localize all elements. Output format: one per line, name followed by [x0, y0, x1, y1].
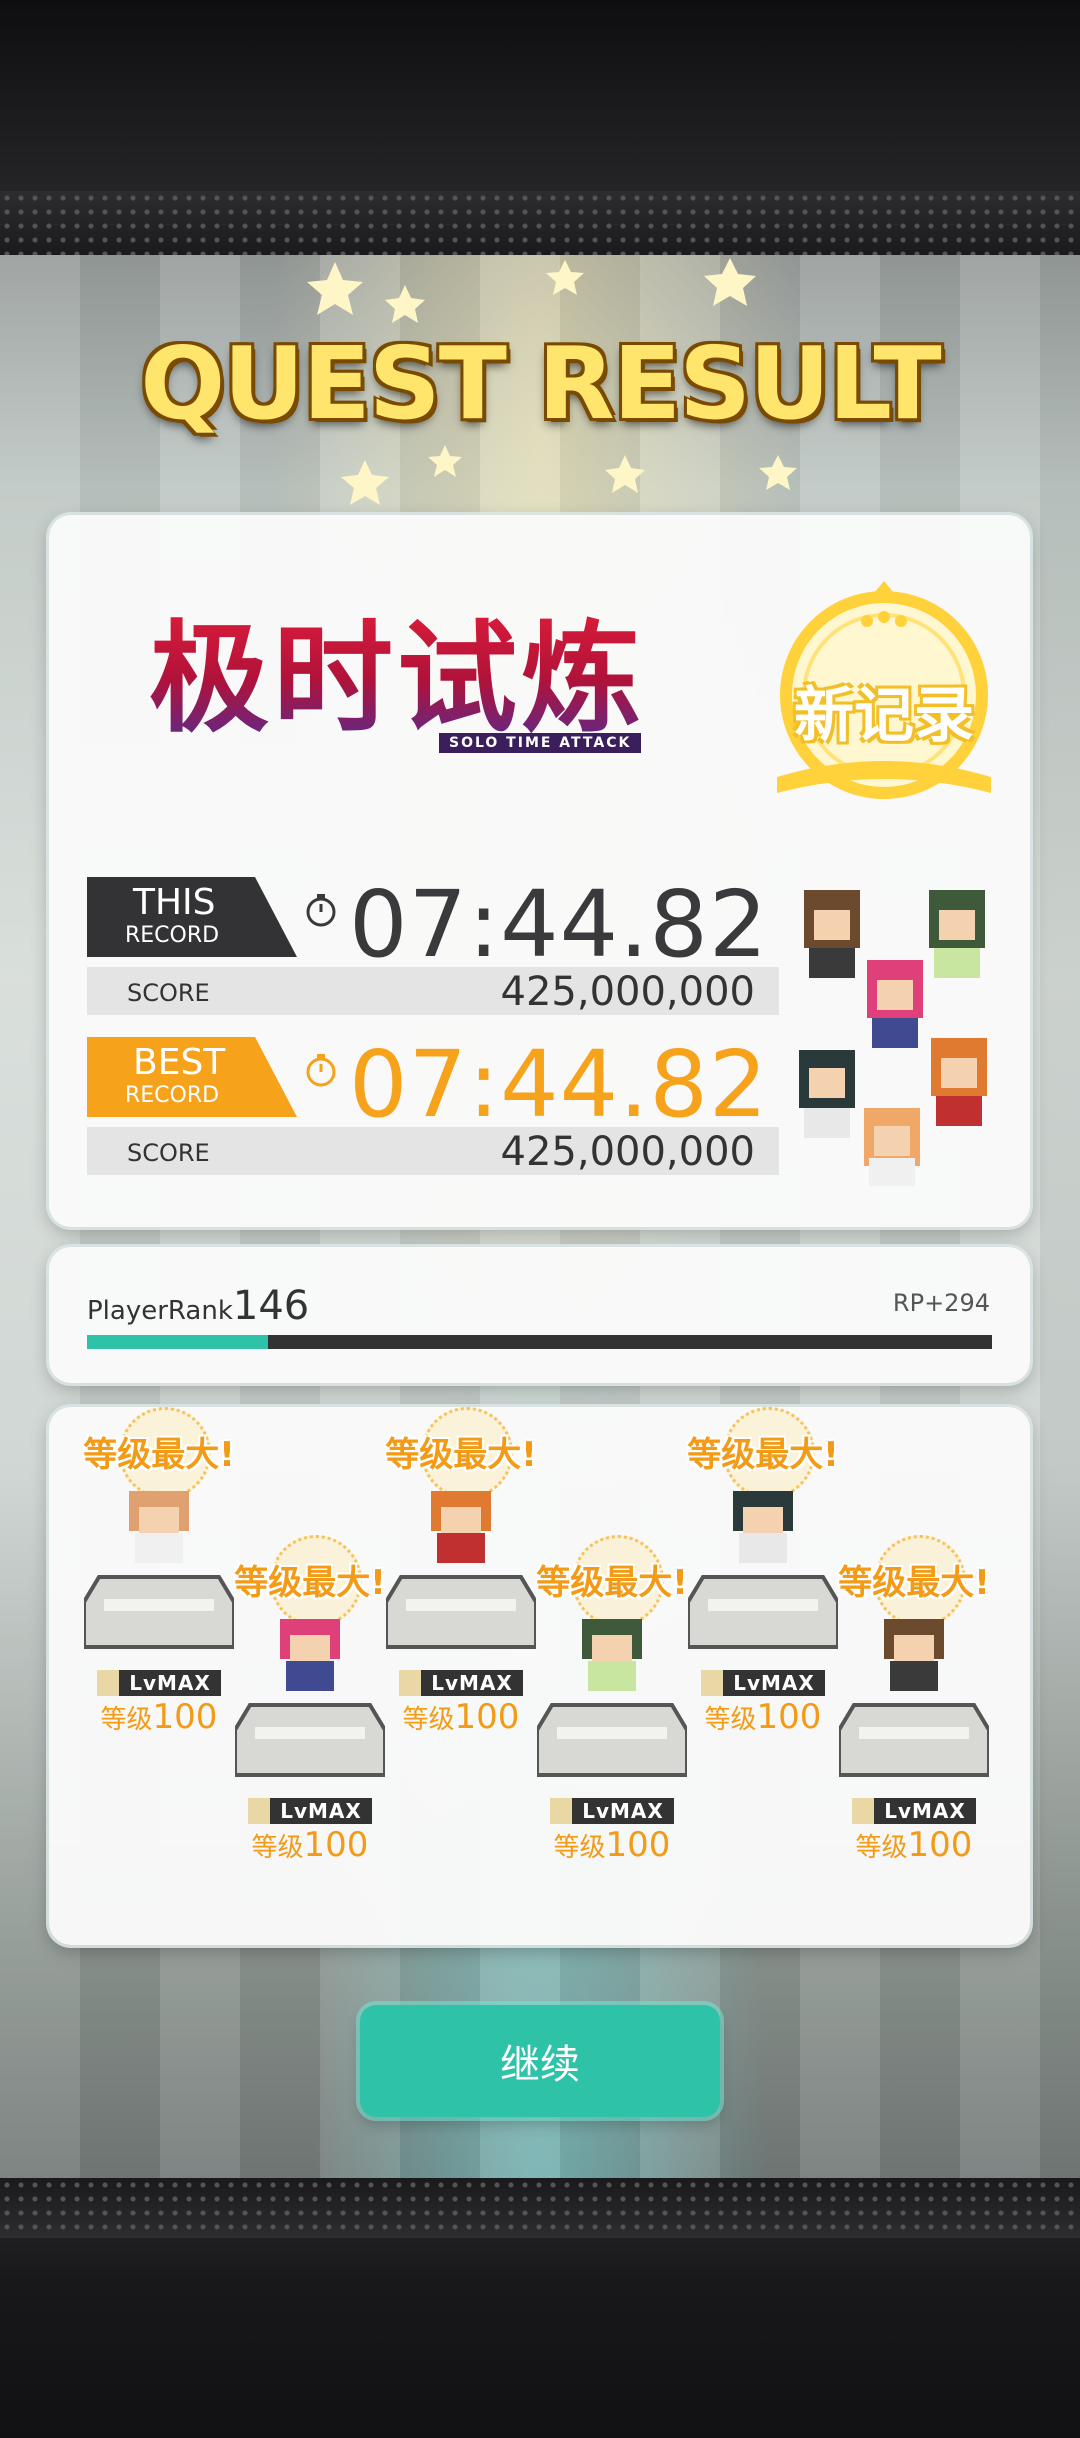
- new-record-label: 新记录: [794, 681, 974, 751]
- party-sprite: [804, 890, 860, 978]
- player-rank-label: PlayerRank146: [87, 1283, 309, 1329]
- character-sprite: [280, 1619, 340, 1691]
- rank-progress-bar: [87, 1335, 992, 1349]
- level-value: 100: [605, 1825, 671, 1865]
- character-sprite: [431, 1491, 491, 1563]
- level-value: 100: [756, 1697, 822, 1737]
- character-card: 等级最大! LvMAX 等级100: [683, 1407, 843, 1737]
- level-max-text: 等级最大!: [838, 1563, 990, 1603]
- mode-logo-main: 极时试炼: [149, 610, 645, 749]
- level-label: 等级: [100, 1705, 153, 1735]
- this-score-bar: SCORE 425,000,000: [87, 967, 779, 1015]
- character-level: 等级100: [844, 1825, 984, 1865]
- solo-time-attack-logo: 极时试炼 SOLO TIME ATTACK: [149, 615, 749, 755]
- rank-progress-fill: [87, 1335, 268, 1349]
- player-rank-text: PlayerRank: [87, 1296, 233, 1326]
- character-sprite: [884, 1619, 944, 1691]
- level-max-text: 等级最大!: [234, 1563, 386, 1603]
- lvmax-badge: LvMAX: [701, 1670, 825, 1696]
- party-sprites: [799, 890, 987, 1186]
- level-label: 等级: [402, 1705, 455, 1735]
- character-level: 等级100: [240, 1825, 380, 1865]
- party-sprite: [864, 1108, 920, 1186]
- level-max-text: 等级最大!: [687, 1435, 839, 1475]
- this-record-tag-bottom: RECORD: [125, 923, 220, 948]
- party-sprite: [931, 1038, 987, 1126]
- best-score-bar: SCORE 425,000,000: [87, 1127, 779, 1175]
- quest-result-title: QUEST RESULT: [140, 325, 942, 442]
- stopwatch-icon: [306, 894, 336, 927]
- stopwatch-icon: [306, 1054, 336, 1087]
- party-sprite: [799, 1050, 855, 1138]
- character-level: 等级100: [391, 1697, 531, 1737]
- character-sprite: [582, 1619, 642, 1691]
- best-record-tag-bottom: RECORD: [125, 1083, 220, 1108]
- level-label: 等级: [251, 1833, 304, 1863]
- level-label: 等级: [553, 1833, 606, 1863]
- this-score-label: SCORE: [127, 979, 210, 1007]
- best-score-label: SCORE: [127, 1139, 210, 1167]
- character-level: 等级100: [542, 1825, 682, 1865]
- level-value: 100: [454, 1697, 520, 1737]
- continue-button[interactable]: 继续: [360, 2005, 720, 2117]
- party-sprite: [929, 890, 985, 978]
- level-label: 等级: [855, 1833, 908, 1863]
- character-card: 等级最大! LvMAX 等级100: [532, 1535, 692, 1865]
- lvmax-badge: LvMAX: [97, 1670, 221, 1696]
- this-record-tag: THIS RECORD: [87, 877, 297, 957]
- level-value: 100: [303, 1825, 369, 1865]
- level-max-text: 等级最大!: [83, 1435, 235, 1475]
- sparkle-stars: [307, 258, 797, 505]
- level-max-text: 等级最大!: [536, 1563, 688, 1603]
- lvmax-badge: LvMAX: [248, 1798, 372, 1824]
- character-level-panel: 等级最大! LvMAX 等级100 等级最大! LvMAX 等级100 等级最大…: [49, 1407, 1030, 1945]
- this-record-tag-top: THIS: [133, 882, 216, 923]
- character-card: 等级最大! LvMAX 等级100: [834, 1535, 994, 1865]
- rp-gain: RP+294: [892, 1289, 990, 1317]
- best-score-value: 425,000,000: [500, 1129, 755, 1175]
- character-level: 等级100: [89, 1697, 229, 1737]
- character-card: 等级最大! LvMAX 等级100: [381, 1407, 541, 1737]
- level-value: 100: [907, 1825, 973, 1865]
- bottom-frame-strip: [0, 2178, 1080, 2238]
- level-label: 等级: [704, 1705, 757, 1735]
- player-rank-value: 146: [232, 1283, 310, 1329]
- this-score-value: 425,000,000: [500, 969, 755, 1015]
- level-max-text: 等级最大!: [385, 1435, 537, 1475]
- lvmax-badge: LvMAX: [399, 1670, 523, 1696]
- bottom-frame: [0, 2178, 1080, 2438]
- best-record-tag-top: BEST: [133, 1042, 226, 1083]
- level-value: 100: [152, 1697, 218, 1737]
- best-record-time: 07:44.82: [349, 1031, 769, 1138]
- lvmax-badge: LvMAX: [550, 1798, 674, 1824]
- character-sprite: [733, 1491, 793, 1563]
- lvmax-badge: LvMAX: [852, 1798, 976, 1824]
- player-rank-panel: PlayerRank146 RP+294: [49, 1247, 1030, 1383]
- character-level: 等级100: [693, 1697, 833, 1737]
- mode-logo-sub: SOLO TIME ATTACK: [439, 733, 642, 753]
- party-sprite: [867, 960, 923, 1048]
- best-record-tag: BEST RECORD: [87, 1037, 297, 1117]
- character-card: 等级最大! LvMAX 等级100: [79, 1407, 239, 1737]
- new-record-badge: 新记录: [769, 575, 999, 805]
- character-sprite: [129, 1491, 189, 1563]
- record-panel: 极时试炼 SOLO TIME ATTACK 新记录 THIS RECORD 07…: [49, 515, 1030, 1227]
- character-card: 等级最大! LvMAX 等级100: [230, 1535, 390, 1865]
- this-record-time: 07:44.82: [349, 871, 769, 978]
